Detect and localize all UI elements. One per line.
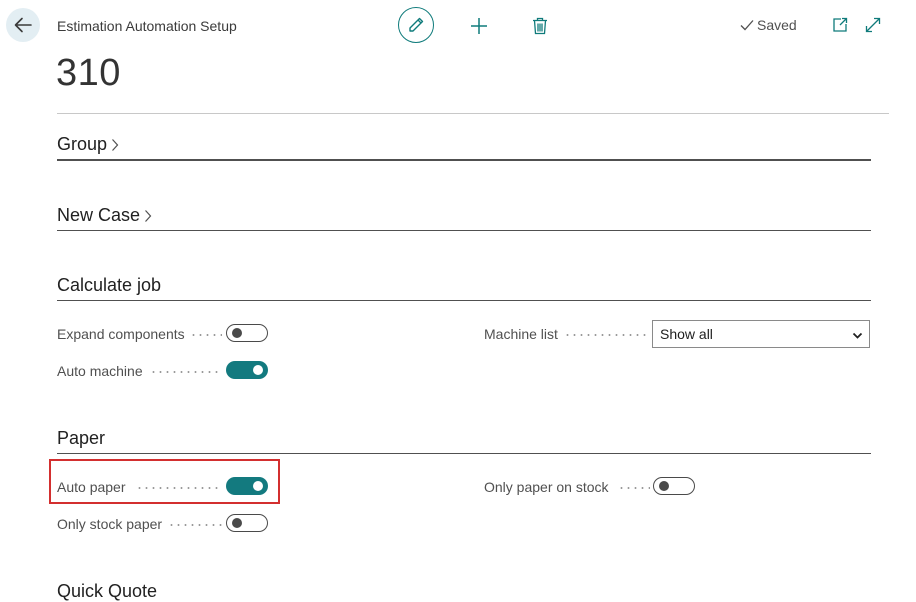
section-quick-quote-title: Quick Quote xyxy=(57,581,158,601)
delete-button[interactable] xyxy=(528,13,552,39)
chevron-down-icon xyxy=(852,328,863,344)
saved-status-label: Saved xyxy=(757,17,797,33)
section-paper-title: Paper xyxy=(57,428,106,448)
section-paper-divider xyxy=(57,453,871,454)
saved-status: Saved xyxy=(740,17,797,33)
trash-icon xyxy=(533,17,547,35)
section-new-case-divider xyxy=(57,230,871,231)
open-new-window-button[interactable] xyxy=(830,15,850,35)
auto-paper-toggle[interactable] xyxy=(226,477,268,495)
section-calculate-job-header[interactable]: Calculate job xyxy=(57,275,161,296)
only-paper-on-stock-dots xyxy=(618,487,650,489)
section-new-case-header[interactable]: New Case xyxy=(57,205,152,226)
header-divider xyxy=(57,113,889,114)
section-group-divider xyxy=(57,159,871,161)
open-in-new-window-icon xyxy=(833,17,848,32)
section-paper-header[interactable]: Paper xyxy=(57,428,105,449)
only-stock-paper-dots xyxy=(168,524,222,526)
record-title: 310 xyxy=(56,52,121,94)
expand-components-toggle[interactable] xyxy=(226,324,268,342)
new-button[interactable] xyxy=(466,13,492,39)
auto-machine-toggle[interactable] xyxy=(226,361,268,379)
auto-machine-label: Auto machine xyxy=(57,363,143,379)
section-group-header[interactable]: Group xyxy=(57,134,119,155)
machine-list-select[interactable]: Show all xyxy=(652,320,870,348)
pencil-icon xyxy=(409,17,424,32)
auto-paper-dots xyxy=(136,487,222,489)
only-stock-paper-toggle[interactable] xyxy=(226,514,268,532)
section-group-title: Group xyxy=(57,134,108,154)
expand-components-dots xyxy=(190,334,222,336)
auto-machine-dots xyxy=(150,371,222,373)
expand-icon xyxy=(865,17,881,33)
back-button[interactable] xyxy=(6,8,40,42)
only-paper-on-stock-label: Only paper on stock xyxy=(484,479,609,495)
machine-list-value: Show all xyxy=(660,326,713,342)
section-new-case-title: New Case xyxy=(57,205,141,225)
checkmark-icon xyxy=(740,20,754,31)
expand-button[interactable] xyxy=(863,15,883,35)
machine-list-dots xyxy=(564,334,648,336)
edit-button[interactable] xyxy=(398,7,434,43)
section-quick-quote-header[interactable]: Quick Quote xyxy=(57,581,157,602)
section-calculate-job-divider xyxy=(57,300,871,301)
section-calculate-job-title: Calculate job xyxy=(57,275,162,295)
chevron-right-icon xyxy=(144,209,152,223)
only-paper-on-stock-toggle[interactable] xyxy=(653,477,695,495)
expand-components-label: Expand components xyxy=(57,326,185,342)
machine-list-label: Machine list xyxy=(484,326,558,342)
back-arrow-icon xyxy=(14,17,32,33)
page-caption: Estimation Automation Setup xyxy=(57,18,237,34)
only-stock-paper-label: Only stock paper xyxy=(57,516,163,532)
chevron-right-icon xyxy=(111,138,119,152)
auto-paper-label: Auto paper xyxy=(57,479,126,495)
plus-icon xyxy=(471,18,487,34)
